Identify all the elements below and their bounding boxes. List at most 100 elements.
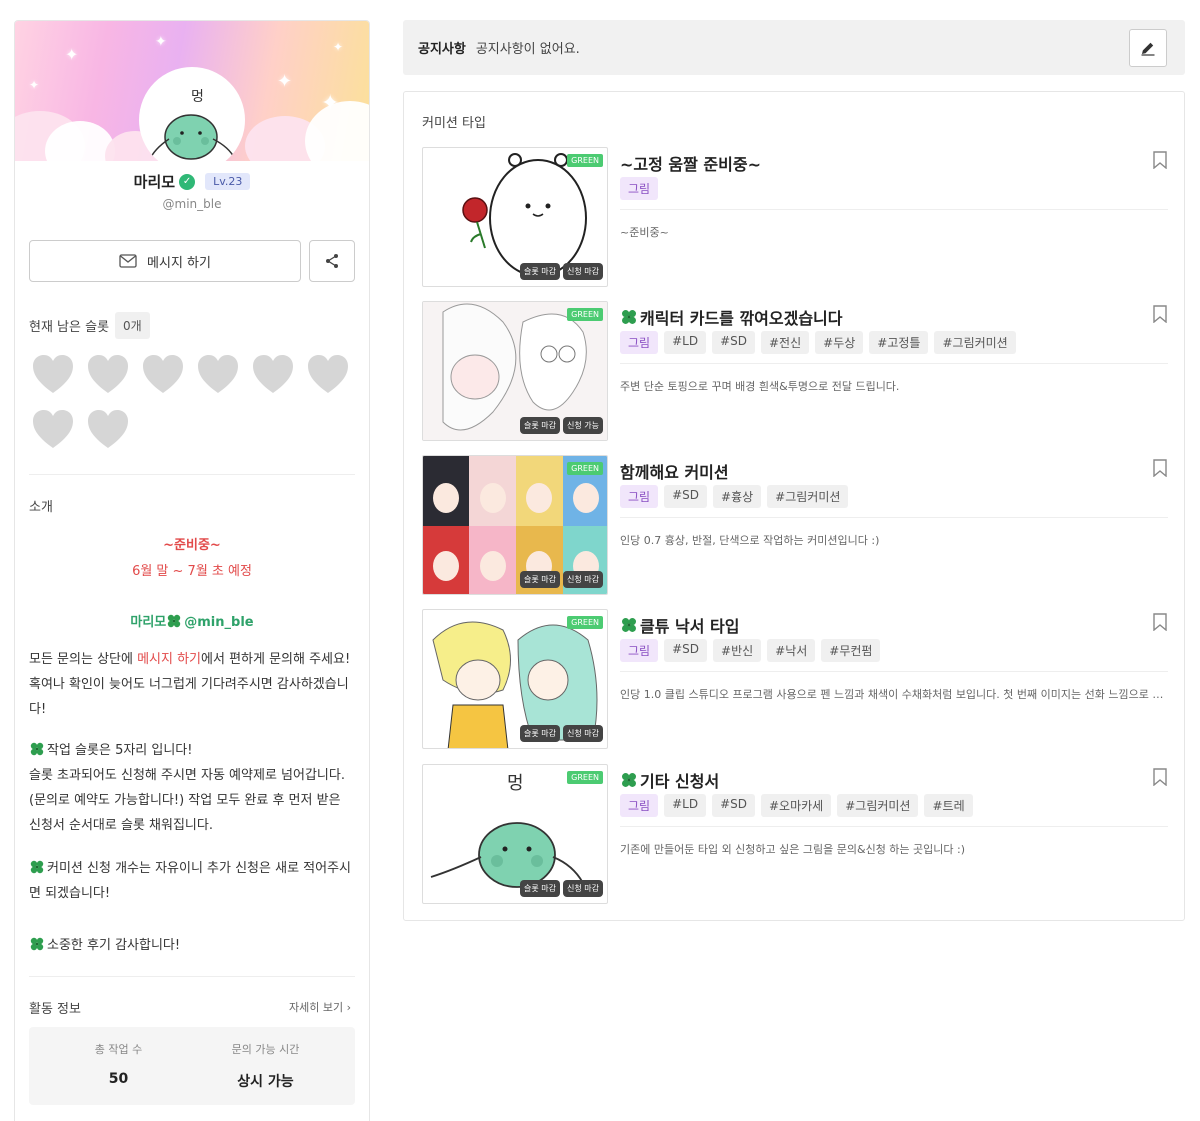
tag-chip[interactable]: #LD <box>664 794 707 817</box>
profile-panel: ✦ ✦ ✦ ✦ ✦ ✦ 멍 마리모 ✓ Lv.23 @min_ble 메시지 하… <box>14 20 370 1121</box>
slot-heart-icon <box>33 355 73 393</box>
bookmark-icon[interactable] <box>1152 151 1168 169</box>
stat-total-works: 총 작업 수 50 <box>37 1041 200 1087</box>
stat-total-value: 50 <box>108 1071 129 1087</box>
commission-thumbnail[interactable]: GREEN 슬롯 마감 신청 가능 <box>422 301 608 441</box>
commission-title[interactable]: 캐릭터 카드를 깎여오겠습니다 <box>620 305 843 329</box>
divider <box>620 363 1168 364</box>
tag-chip[interactable]: #그림커미션 <box>767 485 849 508</box>
stat-inquiry-hours: 문의 가능 시간 상시 가능 <box>184 1041 347 1091</box>
tag-chip[interactable]: #SD <box>664 639 708 662</box>
avatar[interactable]: 멍 <box>139 67 245 173</box>
intro-paragraph-2: 작업 슬롯은 5자리 입니다! 슬롯 초과되어도 신청해 주시면 자동 예약제로… <box>29 738 355 838</box>
tag-chip[interactable]: #전신 <box>761 331 810 354</box>
verified-icon: ✓ <box>179 173 196 190</box>
bookmark-icon[interactable] <box>1152 613 1168 631</box>
bookmark-icon[interactable] <box>1152 305 1168 323</box>
commission-tags: 그림 <box>620 177 659 200</box>
activity-more-link[interactable]: 자세히 보기 › <box>289 999 351 1015</box>
commission-card[interactable]: GREEN 슬롯 마감 신청 마감 클튜 낙서 타입 그림 #SD #반신 #낙서 #무… <box>422 609 1168 749</box>
notice-bar: 공지사항 공지사항이 없어요. <box>403 20 1185 75</box>
intro-p1-highlight: 메시지 하기 <box>137 652 202 667</box>
commission-description: 기존에 만들어둔 타입 외 신청하고 싶은 그림을 문의&신청 하는 곳입니다 … <box>620 843 966 856</box>
tag-chip[interactable]: #그림커미션 <box>837 794 919 817</box>
tag-chip[interactable]: #트레 <box>924 794 973 817</box>
tag-chip[interactable]: #낙서 <box>767 639 816 662</box>
commission-thumbnail[interactable]: 멍 GREEN 슬롯 마감 신청 마감 <box>422 764 608 904</box>
slot-label: 현재 남은 슬롯 <box>29 320 110 335</box>
commission-title-text: 클튜 낙서 타입 <box>640 617 740 636</box>
bookmark-icon[interactable] <box>1152 459 1168 477</box>
clover-icon <box>166 614 184 630</box>
tag-chip[interactable]: #SD <box>712 331 755 354</box>
green-badge: GREEN <box>567 308 603 321</box>
commission-thumbnail[interactable]: GREEN 슬롯 마감 신청 마감 <box>422 455 608 595</box>
green-badge: GREEN <box>567 462 603 475</box>
commission-title-text: 캐릭터 카드를 깎여오겠습니다 <box>640 309 843 328</box>
mail-icon <box>119 254 137 268</box>
commission-thumbnail[interactable]: GREEN 슬롯 마감 신청 마감 <box>422 609 608 749</box>
intro-p2-head: 작업 슬롯은 5자리 입니다! <box>47 743 193 758</box>
commission-types: 커미션 타입 GREEN 슬롯 마감 신청 마감 ~고정 움짤 준비중~ 그림 <box>403 91 1185 921</box>
tag-chip[interactable]: #LD <box>664 331 707 354</box>
commission-types-title: 커미션 타입 <box>422 116 486 131</box>
stat-total-label: 총 작업 수 <box>94 1043 143 1056</box>
green-badge: GREEN <box>567 154 603 167</box>
clover-icon <box>29 860 47 876</box>
apply-status-badge: 신청 마감 <box>563 571 603 588</box>
commission-card[interactable]: GREEN 슬롯 마감 신청 마감 함께해요 커미션 그림 #SD #흉상 #그림커미… <box>422 455 1168 595</box>
tag-chip[interactable]: 그림 <box>620 639 659 662</box>
activity-stats: 총 작업 수 50 문의 가능 시간 상시 가능 <box>29 1027 355 1105</box>
apply-status-badge: 신청 가능 <box>563 417 603 434</box>
signature-handle: @min_ble <box>184 615 254 630</box>
clover-icon <box>620 308 640 327</box>
commission-title[interactable]: 기타 신청서 <box>620 768 719 792</box>
slot-count-badge: 0개 <box>115 312 150 339</box>
tag-chip[interactable]: 그림 <box>620 794 659 817</box>
name-row: 마리모 ✓ Lv.23 <box>15 171 369 192</box>
commission-tags: 그림 #LD #SD #전신 #두상 #고정틀 #그림커미션 <box>620 331 1016 354</box>
divider <box>29 976 355 977</box>
profile-handle: @min_ble <box>162 197 222 211</box>
commission-description: 인당 0.7 흉상, 반절, 단색으로 작업하는 커미션입니다 :) <box>620 534 880 547</box>
commission-title[interactable]: 클튜 낙서 타입 <box>620 613 739 637</box>
commission-card[interactable]: GREEN 슬롯 마감 신청 마감 ~고정 움짤 준비중~ 그림 ~준비중~ <box>422 147 1168 287</box>
commission-card[interactable]: 멍 GREEN 슬롯 마감 신청 마감 기타 신청서 그림 #LD #SD #오마카세… <box>422 764 1168 904</box>
commission-thumbnail[interactable]: GREEN 슬롯 마감 신청 마감 <box>422 147 608 287</box>
intro-schedule: 6월 말 ~ 7월 초 예정 <box>132 564 252 579</box>
pencil-icon <box>1141 42 1155 56</box>
message-button-label: 메시지 하기 <box>147 255 211 271</box>
message-button[interactable]: 메시지 하기 <box>29 240 301 282</box>
notice-title: 공지사항 <box>418 42 466 57</box>
bookmark-icon[interactable] <box>1152 768 1168 786</box>
tag-chip[interactable]: #그림커미션 <box>934 331 1016 354</box>
intro-p2-body: 슬롯 초과되어도 신청해 주시면 자동 예약제로 넘어갑니다. (문의로 예약도… <box>29 768 345 833</box>
tag-chip[interactable]: #무컨펌 <box>821 639 881 662</box>
edit-notice-button[interactable] <box>1129 29 1167 67</box>
tag-chip[interactable]: #흉상 <box>713 485 762 508</box>
slot-hearts <box>31 353 361 452</box>
commission-title[interactable]: 함께해요 커미션 <box>620 459 729 483</box>
intro-title: 소개 <box>29 500 53 515</box>
notice-text: 공지사항이 없어요. <box>475 42 580 57</box>
tag-chip[interactable]: #오마카세 <box>761 794 832 817</box>
tag-chip[interactable]: 그림 <box>620 177 659 200</box>
tag-chip[interactable]: #SD <box>712 794 755 817</box>
slot-status-badge: 슬롯 마감 <box>520 880 561 897</box>
tag-chip[interactable]: 그림 <box>620 485 659 508</box>
divider <box>620 517 1168 518</box>
commission-card[interactable]: GREEN 슬롯 마감 신청 가능 캐릭터 카드를 깎여오겠습니다 그림 #LD #… <box>422 301 1168 441</box>
intro-paragraph-3: 커미션 신청 개수는 자유이니 추가 신청은 새로 적어주시면 되겠습니다! <box>29 856 355 906</box>
share-button[interactable] <box>309 240 355 282</box>
tag-chip[interactable]: #반신 <box>713 639 762 662</box>
tag-chip[interactable]: #SD <box>664 485 708 508</box>
commission-title[interactable]: ~고정 움짤 준비중~ <box>620 151 761 175</box>
tag-chip[interactable]: 그림 <box>620 331 659 354</box>
tag-chip[interactable]: #고정틀 <box>869 331 929 354</box>
slot-heart-icon <box>88 355 128 393</box>
slot-heart-icon <box>198 355 238 393</box>
tag-chip[interactable]: #두상 <box>815 331 864 354</box>
intro-p4: 소중한 후기 감사합니다! <box>47 938 181 953</box>
slot-status-badge: 슬롯 마감 <box>520 263 561 280</box>
intro-paragraph-4: 소중한 후기 감사합니다! <box>29 933 355 958</box>
